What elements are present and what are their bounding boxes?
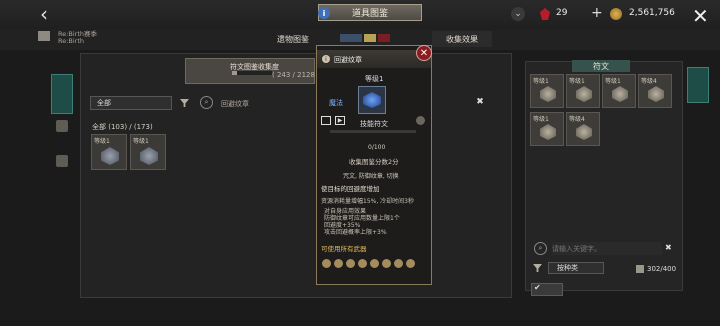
weapon-icon (406, 259, 415, 268)
chevron-down-icon[interactable]: ⌄ (511, 7, 525, 21)
progress-bar (232, 71, 272, 75)
rune-self-effects: 对自身应用效果 防御纹章可应用数量上限1个 回避度+35% 攻击回避概率上限+3… (324, 208, 400, 236)
weapon-icon (382, 259, 391, 268)
list-item[interactable]: 等级1 (130, 134, 166, 170)
potion-icon[interactable] (56, 155, 68, 167)
rune-icon (101, 147, 119, 165)
add-currency-button[interactable]: + (591, 5, 603, 21)
card-level: 等级1 (133, 138, 149, 145)
sort-select[interactable]: 按种类 (548, 262, 604, 274)
clear-search-icon[interactable]: ✖ (475, 97, 485, 107)
search-icon[interactable]: ⌕ (200, 96, 213, 109)
inventory-slot[interactable]: 等级4 (638, 74, 672, 108)
search-icon[interactable]: ⌕ (534, 242, 547, 255)
coin-icon (610, 8, 622, 20)
back-chevron-icon[interactable]: ‹ (34, 2, 54, 26)
collection-score: 收集图鉴分数2分 (349, 158, 399, 166)
slot-level: 等级1 (533, 78, 549, 85)
slot-level: 等级1 (569, 78, 585, 85)
weapon-icon (346, 259, 355, 268)
shield-icon[interactable] (56, 120, 68, 132)
slot-level: 等级1 (605, 78, 621, 85)
self-effect-line: 回避度+35% (324, 222, 361, 229)
rune-icon (576, 86, 592, 102)
search-input[interactable] (552, 242, 662, 255)
rune-target-effect: 使目标的回避度增加 (321, 185, 380, 193)
coin-count: 2,561,756 (629, 8, 675, 18)
slot-level: 等级1 (533, 116, 549, 123)
play-icon[interactable]: ▶ (335, 116, 345, 125)
self-effect-line: 攻击回避概率上限+3% (324, 229, 387, 236)
inventory-slot[interactable]: 等级1 (602, 74, 636, 108)
weapon-usage: 可使用所有武器 (321, 245, 367, 253)
inventory-slot[interactable]: 等级4 (566, 112, 600, 146)
close-icon[interactable]: ✕ (692, 4, 709, 28)
rune-icon (540, 124, 556, 140)
weapon-icon (370, 259, 379, 268)
collection-progress-bar (330, 130, 416, 133)
clear-search-icon[interactable]: ✖ (665, 243, 672, 252)
bag-icon (636, 265, 644, 273)
season-label: Re:Birth赛季 Re:Birth (58, 31, 97, 45)
inventory-slot[interactable]: 等级1 (530, 112, 564, 146)
rune-class: 魔法 (329, 99, 343, 107)
sidebar-item-runes[interactable] (51, 74, 73, 114)
search-input[interactable]: 回避纹章 (221, 99, 249, 109)
weapon-icon (358, 259, 367, 268)
list-item[interactable]: 等级1 (91, 134, 127, 170)
rune-icon (540, 86, 556, 102)
rune-type: 技能符文 (360, 120, 388, 128)
check-icon[interactable]: ✔ (534, 283, 541, 292)
weapon-icon (322, 259, 331, 268)
rune-icon (576, 124, 592, 140)
page-title: 道具图鉴 (318, 4, 422, 21)
gear-icon[interactable] (416, 116, 425, 125)
self-effect-line: 对自身应用效果 (324, 208, 367, 215)
book-icon (38, 31, 50, 41)
category-select[interactable]: 全部 (90, 96, 172, 110)
weapon-icon (334, 259, 343, 268)
close-popup-button[interactable]: ✕ (416, 45, 432, 61)
tab-rune-indicator[interactable] (340, 34, 390, 42)
share-icon[interactable] (321, 116, 331, 125)
rune-level: 等级1 (365, 75, 384, 83)
info-icon[interactable]: i (318, 7, 330, 19)
collection-progress-text: 0/100 (368, 144, 386, 151)
card-level: 等级1 (94, 138, 110, 145)
rune-cost: 资源消耗量增幅15%, 冷却时间3秒 (321, 198, 414, 205)
sidebar-item-inventory[interactable] (687, 67, 709, 103)
rune-tags: 咒文, 防御纹章, 切换 (343, 173, 399, 180)
rune-icon (612, 86, 628, 102)
rune-icon (140, 147, 158, 165)
weapon-icon (394, 259, 403, 268)
weapon-icons (322, 259, 426, 271)
slot-level: 等级4 (569, 116, 585, 123)
info-icon[interactable]: i (322, 55, 330, 63)
gem-count: 29 (556, 8, 568, 18)
inventory-capacity: 302/400 (647, 265, 677, 273)
self-effect-line: 防御纹章可应用数量上限1个 (324, 215, 400, 222)
collection-panel (80, 53, 512, 298)
tab-relic[interactable]: 遗物图鉴 (268, 31, 318, 47)
collection-summary: 全部 (103) / (173) (92, 123, 153, 131)
slot-level: 等级4 (641, 78, 657, 85)
inventory-title: 符文 (572, 60, 630, 72)
progress-count: ( 243 / 2128 ) (272, 71, 320, 79)
season-line2: Re:Birth (58, 37, 85, 45)
rune-icon (648, 86, 664, 102)
inventory-slot[interactable]: 等级1 (566, 74, 600, 108)
inventory-slot[interactable]: 等级1 (530, 74, 564, 108)
rune-name: 回避纹章 (334, 56, 362, 64)
tab-collection-effect[interactable]: 收集效果 (432, 31, 492, 47)
